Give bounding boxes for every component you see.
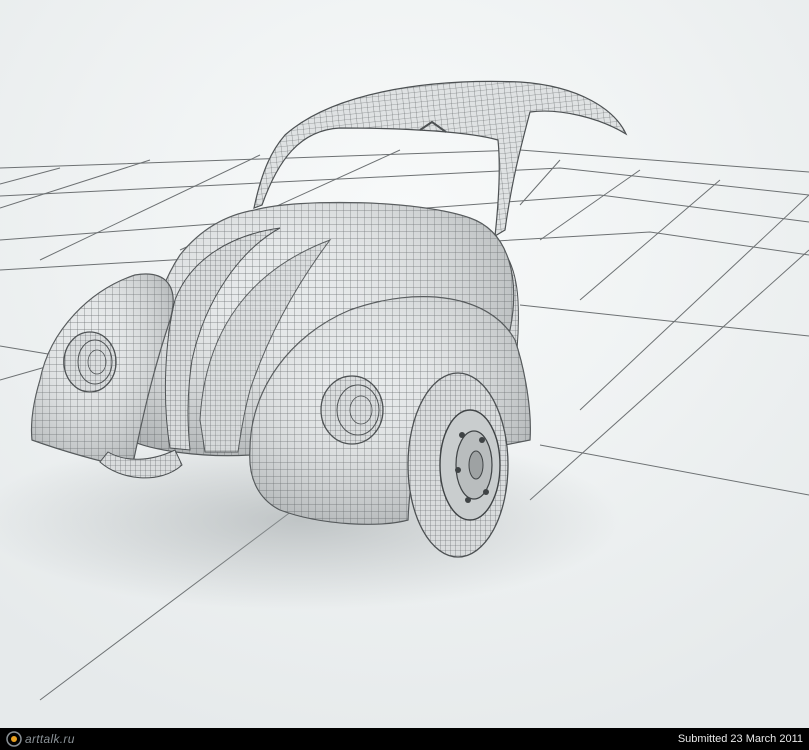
left-headlight (63, 331, 117, 393)
right-wheel (407, 372, 509, 558)
site-logo[interactable]: arttalk.ru (6, 728, 75, 750)
arttalk-logo-icon (6, 731, 22, 747)
footer-bar: arttalk.ru Submitted 23 March 2011 (0, 728, 809, 750)
logo-text: arttalk.ru (25, 732, 75, 746)
right-headlight (320, 375, 384, 445)
submitted-date: Submitted 23 March 2011 (677, 733, 803, 745)
render-viewport (0, 0, 809, 728)
wireframe-render (0, 0, 809, 728)
